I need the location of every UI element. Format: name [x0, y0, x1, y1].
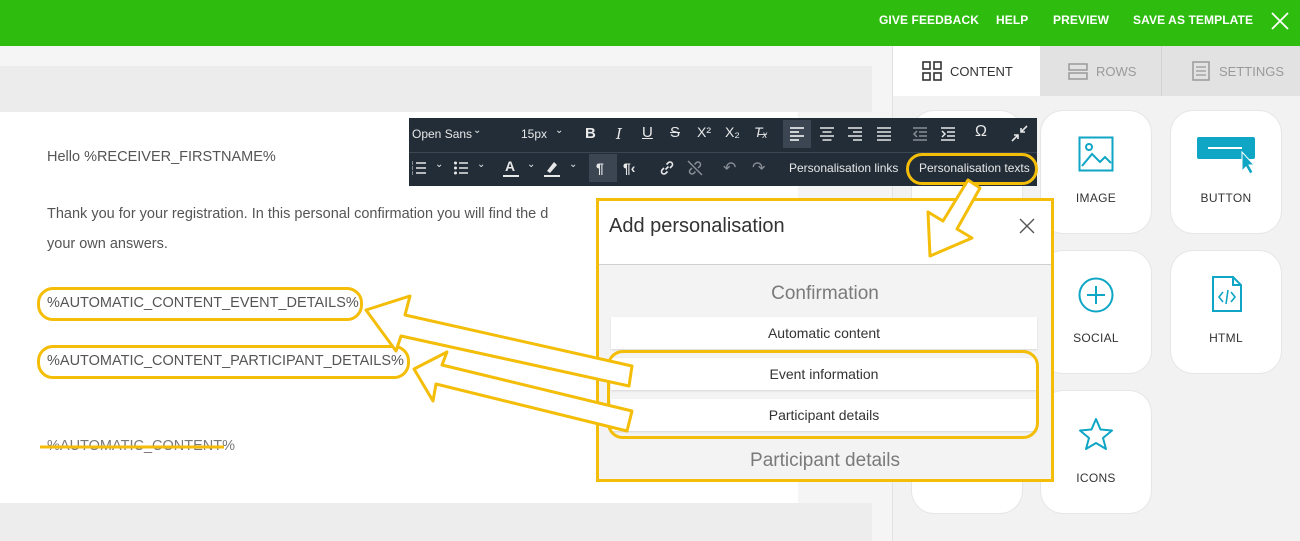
tile-icons-label: ICONS [1076, 471, 1116, 485]
outdent-icon[interactable] [913, 127, 927, 141]
plus-circle-icon [1078, 277, 1114, 313]
dialog-title: Add personalisation [609, 215, 785, 237]
section-participant-details: Participant details [750, 450, 900, 471]
dialog-header: Add personalisation [599, 201, 1051, 265]
superscript-icon[interactable]: X² [697, 124, 711, 140]
item-automatic-content[interactable]: Automatic content [611, 317, 1037, 349]
greeting-text: Hello %RECEIVER_FIRSTNAME% [47, 149, 276, 165]
align-left-button[interactable] [783, 120, 811, 148]
align-justify-icon[interactable] [877, 127, 891, 141]
chevron-down-icon: ⌄ [555, 125, 564, 136]
tab-settings-label: SETTINGS [1219, 63, 1285, 79]
indent-icon[interactable] [941, 127, 955, 141]
text-color-icon: A [505, 158, 516, 174]
settings-doc-icon [1192, 61, 1210, 81]
save-as-template-button[interactable]: SAVE AS TEMPLATE [1133, 13, 1253, 27]
text-color-swatch [503, 175, 519, 177]
chevron-down-icon[interactable]: ⌄ [477, 159, 485, 170]
tile-html-label: HTML [1209, 331, 1243, 345]
collapse-icon[interactable] [1011, 125, 1028, 142]
highlight-color-icon[interactable] [544, 159, 562, 178]
help-button[interactable]: HELP [996, 13, 1028, 27]
tile-icons[interactable]: ICONS [1041, 391, 1151, 513]
align-center-icon[interactable] [820, 127, 834, 141]
placeholder-automatic-content: %AUTOMATIC_CONTENT% [47, 438, 235, 454]
grid-icon [922, 61, 942, 81]
row-strip [0, 66, 872, 112]
numbered-list-icon[interactable] [412, 161, 426, 175]
align-left-icon [790, 127, 804, 141]
strikethrough-icon[interactable]: S [670, 124, 680, 141]
font-size-value: 15px [521, 127, 548, 141]
clear-format-icon[interactable]: T̶ₓ [754, 124, 768, 140]
tile-image[interactable]: IMAGE [1041, 111, 1151, 233]
canvas-bottom [0, 503, 872, 541]
preview-button[interactable]: PREVIEW [1053, 13, 1109, 27]
rows-icon [1068, 63, 1088, 80]
tab-rows[interactable]: ROWS [1068, 46, 1136, 96]
align-right-icon[interactable] [848, 127, 862, 141]
tile-social-label: SOCIAL [1073, 331, 1119, 345]
bulleted-list-icon[interactable] [454, 161, 468, 175]
subscript-icon[interactable]: X₂ [725, 124, 740, 140]
chevron-down-icon[interactable]: ⌄ [527, 159, 535, 170]
underline-icon[interactable]: U [642, 124, 653, 141]
tile-button[interactable]: BUTTON [1171, 111, 1281, 233]
image-icon [1078, 136, 1114, 172]
ltr-button[interactable]: ¶ [589, 154, 617, 182]
body-text-line-1: Thank you for your registration. In this… [47, 206, 549, 222]
close-icon[interactable] [1268, 9, 1292, 33]
star-icon [1079, 418, 1113, 450]
section-confirmation: Confirmation [771, 283, 879, 304]
bold-icon[interactable]: B [585, 125, 596, 142]
highlight-dialog-items [607, 350, 1039, 439]
font-family-select[interactable]: Open Sans ⌄ [409, 118, 489, 150]
personalisation-links-button[interactable]: Personalisation links [789, 161, 898, 175]
tile-button-label: BUTTON [1200, 191, 1252, 205]
body-text-line-2: your own answers. [47, 236, 168, 252]
give-feedback-button[interactable]: GIVE FEEDBACK [879, 13, 979, 27]
chevron-down-icon: ⌄ [473, 125, 482, 136]
close-icon[interactable] [1017, 216, 1037, 236]
html-icon [1212, 276, 1242, 312]
link-icon[interactable] [659, 160, 675, 176]
tab-rows-label: ROWS [1096, 63, 1137, 79]
tab-content-label: CONTENT [950, 63, 1013, 79]
redo-icon[interactable]: ↷ [752, 158, 765, 178]
font-family-value: Open Sans [412, 127, 473, 141]
top-bar: GIVE FEEDBACK HELP PREVIEW SAVE AS TEMPL… [0, 0, 1300, 46]
chevron-down-icon[interactable]: ⌄ [569, 159, 577, 170]
font-size-select[interactable]: 15px ⌄ [517, 118, 571, 150]
tile-social[interactable]: SOCIAL [1041, 251, 1151, 373]
special-characters-icon[interactable]: Ω [975, 123, 987, 141]
rtl-icon[interactable]: ¶‹ [623, 160, 635, 176]
highlight-personalisation-texts [906, 153, 1038, 185]
unlink-icon[interactable] [687, 160, 703, 176]
tile-html[interactable]: HTML [1171, 251, 1281, 373]
button-icon [1197, 137, 1256, 175]
tab-divider [1161, 46, 1162, 96]
italic-icon[interactable]: I [616, 125, 622, 143]
undo-icon[interactable]: ↶ [723, 158, 736, 178]
ltr-icon: ¶ [596, 160, 604, 176]
chevron-down-icon[interactable]: ⌄ [435, 159, 443, 170]
tile-image-label: IMAGE [1075, 191, 1117, 205]
highlight-participant-placeholder [37, 345, 410, 379]
text-color-button[interactable]: A [503, 158, 521, 178]
highlight-event-placeholder [37, 287, 363, 321]
tab-settings[interactable]: SETTINGS [1191, 46, 1284, 96]
tab-content[interactable]: CONTENT [922, 46, 1013, 96]
add-personalisation-dialog: Add personalisation Confirmation Automat… [596, 198, 1054, 482]
